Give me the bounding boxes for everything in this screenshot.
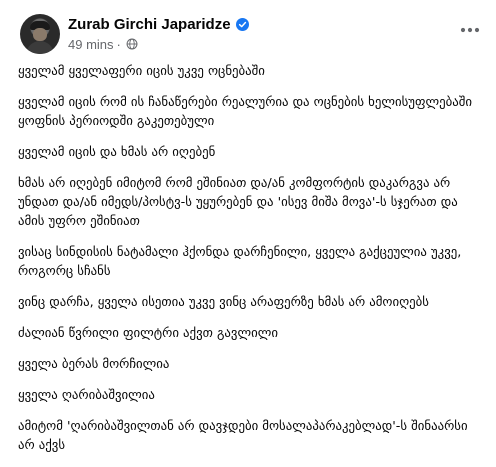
post-meta: 49 mins · <box>68 36 138 52</box>
author-avatar[interactable] <box>20 14 60 54</box>
post-body: ყველამ ყველაფერი იცის უკვე ოცნებაში ყველ… <box>18 62 484 467</box>
post-paragraph-3: ყველამ იცის და ხმას არ იღებენ <box>18 145 216 160</box>
post-paragraph-2: ყველამ იცის რომ ის ჩანაწერები რეალურია დ… <box>18 95 473 129</box>
post-paragraph-9: ყველა ღარიბაშვილია <box>18 388 155 403</box>
post-paragraph-1: ყველამ ყველაფერი იცის უკვე ოცნებაში <box>18 64 265 79</box>
verified-badge-icon <box>235 17 249 31</box>
author-name-row: Zurab Girchi Japaridze <box>68 14 249 34</box>
post-paragraph-10: ამიტომ 'ღარიბაშვილთან არ დავჯდები მოსალა… <box>18 419 468 453</box>
more-options-button[interactable] <box>456 18 484 42</box>
post-paragraph-4: ხმას არ იღებენ იმიტომ რომ ეშინიათ და/ან … <box>18 176 458 229</box>
meta-separator: · <box>116 36 121 52</box>
post-paragraph-5: ვისაც სინდისის ნატამალი ჰქონდა დარჩენილი… <box>18 245 462 279</box>
globe-icon[interactable] <box>126 38 138 50</box>
author-name[interactable]: Zurab Girchi Japaridze <box>68 16 231 33</box>
post-paragraph-8: ყველა ბერას მორჩილია <box>18 357 170 372</box>
post-card: Zurab Girchi Japaridze 49 mins · ყველამ … <box>0 0 496 453</box>
post-paragraph-6: ვინც დარჩა, ყველა ისეთია უკვე ვინც არაფე… <box>18 295 429 310</box>
more-options-icon <box>460 27 480 33</box>
post-header: Zurab Girchi Japaridze 49 mins · <box>16 12 486 56</box>
post-paragraph-7: ძალიან წვრილი ფილტრი აქვთ გავლილი <box>18 326 278 341</box>
post-timestamp[interactable]: 49 mins <box>68 37 114 52</box>
